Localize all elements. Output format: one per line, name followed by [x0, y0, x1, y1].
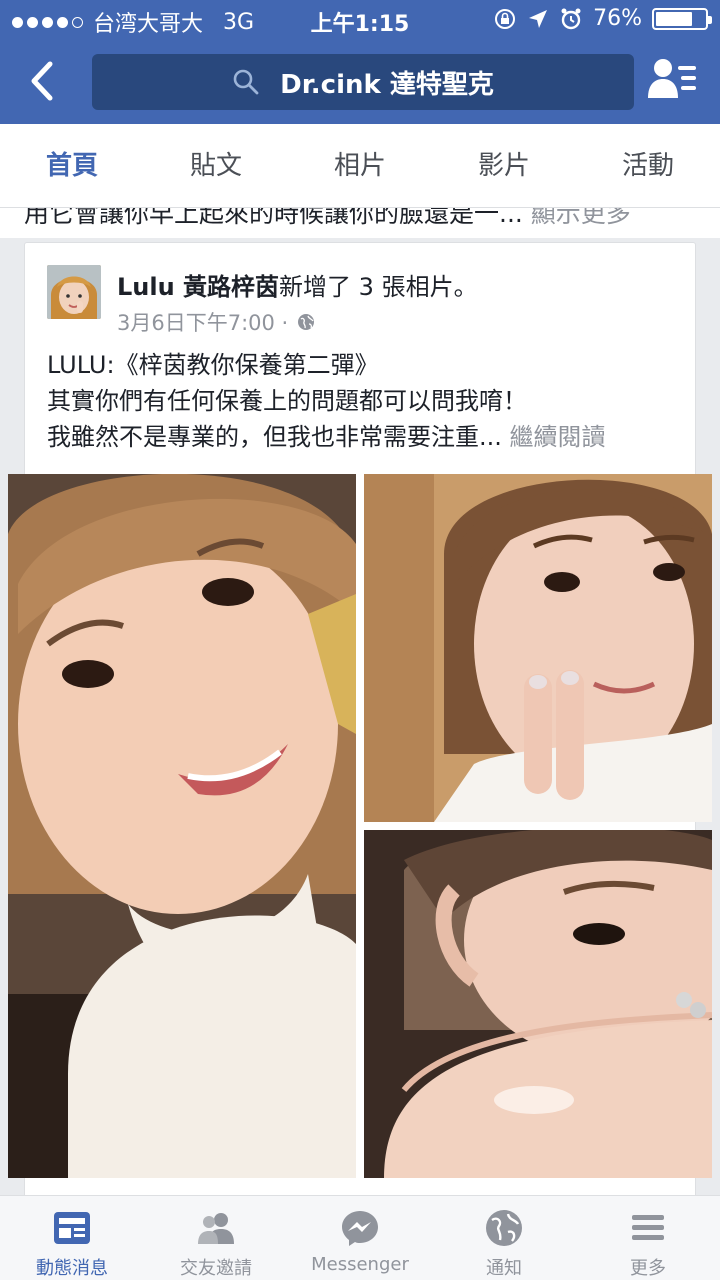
continue-reading-link[interactable]: 繼續閱讀 — [510, 423, 606, 451]
photo-1[interactable] — [8, 474, 356, 1178]
rotation-lock-icon — [495, 8, 516, 29]
alarm-clock-icon — [561, 8, 581, 29]
menu-icon — [632, 1215, 664, 1240]
app-header: 台湾大哥大 3G 上午1:15 76% Dr.cink 達特聖克 — [0, 0, 720, 124]
photo-2[interactable] — [364, 474, 712, 822]
page-tabs: 首頁 貼文 相片 影片 活動 — [0, 124, 720, 208]
bottom-tab-label: 動態消息 — [36, 1258, 108, 1279]
bottom-tab-label: Messenger — [311, 1254, 409, 1275]
back-button[interactable] — [22, 56, 62, 106]
battery-percent: 76% — [593, 6, 642, 31]
post-meta: 3月6日下午7:00 · — [117, 307, 316, 337]
bottom-tab-messenger[interactable]: Messenger — [288, 1196, 432, 1280]
chevron-left-icon — [31, 61, 53, 101]
post-header: Lulu 黃路梓茵新增了 3 張相片。 — [117, 267, 478, 302]
photo-3[interactable] — [364, 830, 712, 1178]
post-line-3-text: 我雖然不是專業的，但我也非常需要注重... — [47, 423, 502, 451]
post-line-3: 我雖然不是專業的，但我也非常需要注重... 繼續閱讀 — [47, 419, 687, 455]
friend-list-button[interactable] — [648, 56, 698, 102]
author-name[interactable]: Lulu 黃路梓茵 — [117, 273, 279, 301]
battery-icon — [652, 7, 712, 30]
avatar[interactable] — [47, 265, 101, 319]
tab-videos[interactable]: 影片 — [432, 124, 576, 207]
tab-photos[interactable]: 相片 — [288, 124, 432, 207]
nav-bar: Dr.cink 達特聖克 — [0, 40, 720, 124]
photo-grid — [8, 474, 712, 1178]
friend-list-icon — [648, 59, 696, 98]
bottom-tab-label: 更多 — [630, 1258, 666, 1279]
post-line-1: LULU:《梓茵教你保養第二彈》 — [47, 351, 379, 379]
bottom-tab-friend-requests[interactable]: 交友邀請 — [144, 1196, 288, 1280]
bottom-tab-bar: 動態消息 交友邀請 Messenger 通知 更多 — [0, 1195, 720, 1280]
bottom-tab-news-feed[interactable]: 動態消息 — [0, 1196, 144, 1280]
post-body: LULU:《梓茵教你保養第二彈》 其實你們有任何保養上的問題都可以問我唷！ 我雖… — [47, 347, 687, 455]
bottom-tab-label: 交友邀請 — [180, 1258, 252, 1279]
globe-notifications-icon — [486, 1210, 522, 1246]
bottom-tab-notifications[interactable]: 通知 — [432, 1196, 576, 1280]
globe-icon — [298, 314, 315, 330]
post-action: 新增了 3 張相片。 — [279, 273, 478, 301]
news-feed-icon — [54, 1212, 90, 1244]
tab-posts[interactable]: 貼文 — [144, 124, 288, 207]
post-timestamp[interactable]: 3月6日下午7:00 · — [117, 307, 288, 337]
previous-post-text: 用它會讓你早上起來的時候讓你的臉還是一... — [24, 208, 523, 228]
bottom-tab-more[interactable]: 更多 — [576, 1196, 720, 1280]
status-bar: 台湾大哥大 3G 上午1:15 76% — [0, 0, 720, 40]
location-arrow-icon — [529, 9, 548, 28]
search-bar[interactable]: Dr.cink 達特聖克 — [92, 54, 634, 110]
search-icon — [233, 69, 259, 95]
post-line-2: 其實你們有任何保養上的問題都可以問我唷！ — [47, 387, 527, 415]
previous-post-snippet[interactable]: 用它會讓你早上起來的時候讓你的臉還是一... 顯示更多 — [0, 208, 720, 238]
feed[interactable]: 用它會讓你早上起來的時候讓你的臉還是一... 顯示更多 Lulu 黃路梓茵新增了… — [0, 208, 720, 1195]
status-right: 76% — [493, 6, 712, 31]
bottom-tab-label: 通知 — [486, 1258, 522, 1279]
show-more-link[interactable]: 顯示更多 — [531, 208, 631, 228]
search-query: Dr.cink 達特聖克 — [280, 69, 494, 100]
messenger-icon — [342, 1211, 378, 1246]
friend-requests-icon — [198, 1213, 234, 1244]
tab-home[interactable]: 首頁 — [0, 124, 144, 207]
tab-events[interactable]: 活動 — [576, 124, 720, 207]
